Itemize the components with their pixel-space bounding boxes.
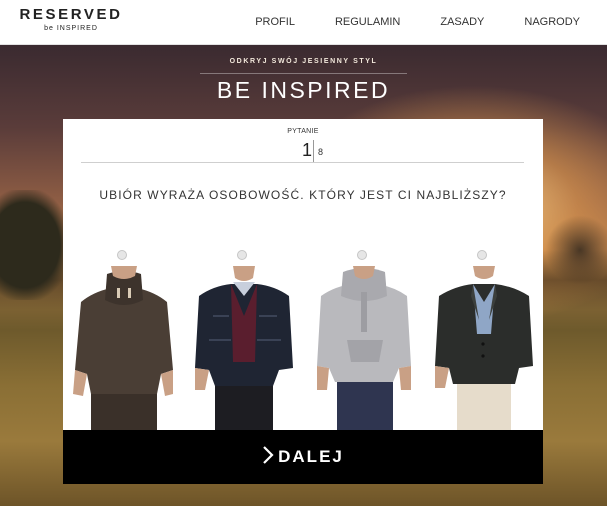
outfit-image-quilted-jacket bbox=[195, 266, 293, 430]
nav-item-nagrody[interactable]: NAGRODY bbox=[524, 16, 580, 28]
reserved-logo[interactable]: RESERVED be INSPIRED bbox=[19, 7, 123, 34]
option-radio-4[interactable] bbox=[477, 250, 487, 260]
tree-silhouette-right bbox=[545, 215, 607, 285]
question-rule bbox=[81, 162, 524, 163]
hero-subtitle: ODKRYJ SWÓJ JESIENNY STYL bbox=[229, 58, 378, 65]
answer-option-1[interactable] bbox=[63, 249, 183, 430]
answer-option-4[interactable] bbox=[423, 249, 543, 430]
tree-silhouette bbox=[0, 190, 70, 300]
question-text: UBIÓR WYRAŻA OSOBOWOŚĆ. KTÓRY JEST CI NA… bbox=[99, 188, 507, 202]
logo-wordmark: RESERVED bbox=[19, 6, 123, 23]
question-counter: 1 8 bbox=[285, 140, 345, 162]
chevron-right-icon bbox=[262, 445, 274, 469]
nav-item-regulamin[interactable]: REGULAMIN bbox=[335, 16, 400, 28]
hero-title: BE INSPIRED bbox=[216, 77, 391, 103]
option-radio-1[interactable] bbox=[117, 250, 127, 260]
nav-item-profil[interactable]: PROFIL bbox=[255, 16, 295, 28]
answer-option-3[interactable] bbox=[303, 249, 423, 430]
nav-item-zasady[interactable]: ZASADY bbox=[440, 16, 484, 28]
answer-option-2[interactable] bbox=[183, 249, 303, 430]
quiz-card: PYTANIE 1 8 UBIÓR WYRAŻA OSOBOWOŚĆ. KTÓR… bbox=[63, 119, 543, 430]
outfit-image-hoodie bbox=[317, 266, 411, 430]
option-radio-3[interactable] bbox=[357, 250, 367, 260]
site-header: RESERVED be INSPIRED PROFIL REGULAMIN ZA… bbox=[0, 0, 607, 45]
question-label: PYTANIE bbox=[287, 128, 319, 135]
answer-options bbox=[63, 249, 543, 430]
outfit-image-blazer bbox=[435, 266, 533, 430]
next-button[interactable]: DALEJ bbox=[63, 430, 543, 484]
total-questions-number: 8 bbox=[318, 147, 324, 157]
next-button-label: DALEJ bbox=[278, 447, 344, 466]
hero-divider bbox=[200, 73, 407, 74]
outfit-image-sweater bbox=[73, 266, 173, 430]
current-question-number: 1 bbox=[301, 140, 312, 160]
logo-tagline: be INSPIRED bbox=[44, 25, 98, 32]
main-nav: PROFIL REGULAMIN ZASADY NAGRODY bbox=[215, 16, 580, 28]
option-radio-2[interactable] bbox=[237, 250, 247, 260]
counter-divider bbox=[313, 140, 314, 162]
